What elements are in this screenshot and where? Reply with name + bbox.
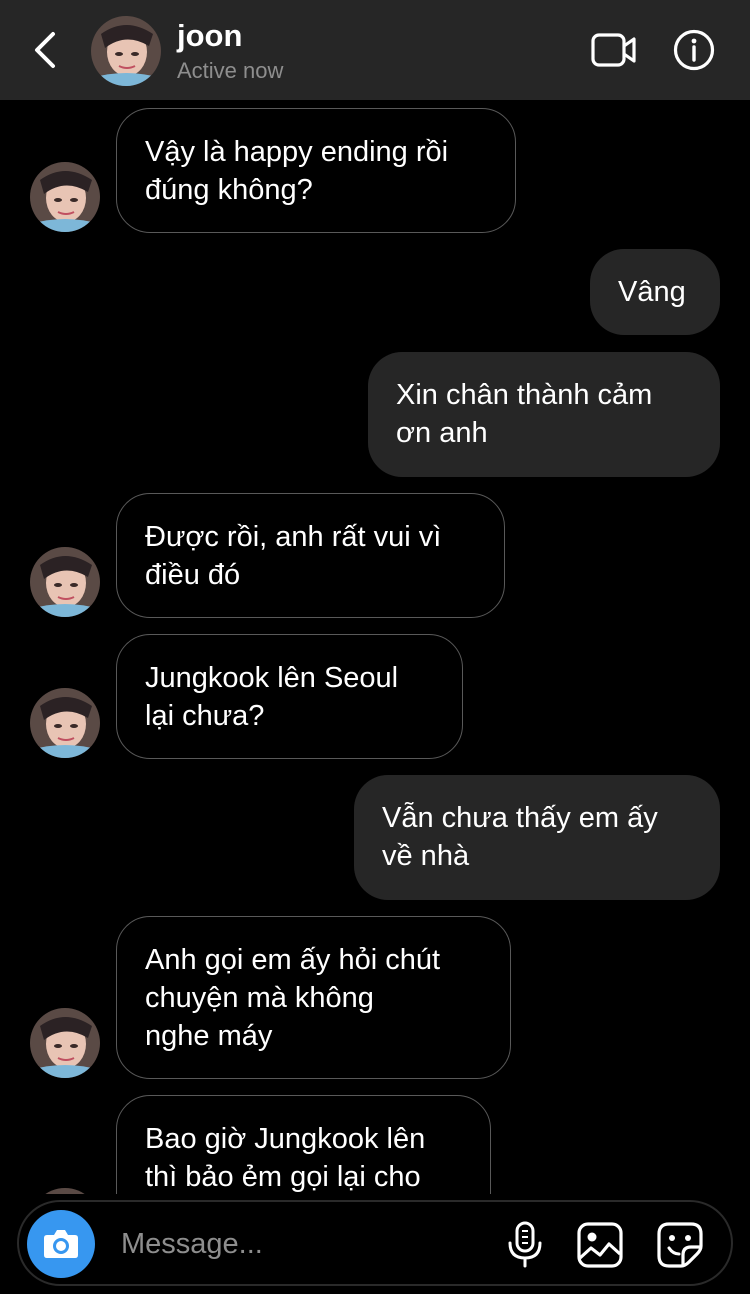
info-button[interactable] xyxy=(672,28,716,72)
message-bubble-received[interactable]: Được rồi, anh rất vui vì điều đó xyxy=(116,493,505,618)
message-bubble-received[interactable]: Bao giờ Jungkook lên thì bảo ẻm gọi lại … xyxy=(116,1095,491,1194)
back-button[interactable] xyxy=(26,28,66,72)
contact-name[interactable]: joon xyxy=(177,18,242,54)
message-text: Vâng xyxy=(618,276,686,308)
sender-avatar[interactable] xyxy=(30,162,100,232)
message-bubble-sent[interactable]: Vẫn chưa thấy em ấy về nhà xyxy=(354,775,720,900)
message-composer xyxy=(17,1200,733,1286)
message-bubble-sent[interactable]: Vâng xyxy=(590,249,720,335)
video-call-button[interactable] xyxy=(590,30,638,70)
message-bubble-received[interactable]: Anh gọi em ấy hỏi chút chuyện mà không n… xyxy=(116,916,511,1079)
info-icon xyxy=(673,29,715,71)
message-bubble-received[interactable]: Jungkook lên Seoul lại chưa? xyxy=(116,634,463,759)
active-status: Active now xyxy=(177,58,284,83)
sender-avatar[interactable] xyxy=(30,547,100,617)
message-text: Vẫn chưa thấy em ấy về nhà xyxy=(382,802,658,872)
message-text: Xin chân thành cảm ơn anh xyxy=(396,379,653,449)
message-text: Anh gọi em ấy hỏi chút chuyện mà không n… xyxy=(145,944,441,1052)
camera-button[interactable] xyxy=(27,1210,95,1278)
message-text: Được rồi, anh rất vui vì điều đó xyxy=(145,521,442,591)
video-camera-icon xyxy=(591,33,636,67)
message-bubble-sent[interactable]: Xin chân thành cảm ơn anh xyxy=(368,352,720,477)
sender-avatar[interactable] xyxy=(30,688,100,758)
sticker-button[interactable] xyxy=(655,1220,705,1270)
image-gallery-icon xyxy=(577,1222,623,1268)
message-bubble-received[interactable]: Vậy là happy ending rồi đúng không? xyxy=(116,108,516,233)
microphone-icon xyxy=(508,1221,542,1268)
sender-avatar[interactable] xyxy=(30,1008,100,1078)
contact-avatar[interactable] xyxy=(91,16,161,86)
chat-header: joon Active now xyxy=(0,0,750,100)
sender-avatar[interactable] xyxy=(30,1188,100,1194)
chevron-left-icon xyxy=(35,32,55,68)
message-text: Jungkook lên Seoul lại chưa? xyxy=(145,662,399,732)
message-text: Vậy là happy ending rồi đúng không? xyxy=(145,136,449,206)
camera-icon xyxy=(44,1230,78,1258)
sticker-icon xyxy=(657,1222,703,1268)
voice-message-button[interactable] xyxy=(505,1220,545,1268)
message-input[interactable] xyxy=(121,1222,481,1266)
message-thread[interactable]: Vậy là happy ending rồi đúng không? Vâng… xyxy=(0,100,750,1194)
message-text: Bao giờ Jungkook lên thì bảo ẻm gọi lại … xyxy=(145,1123,426,1193)
gallery-button[interactable] xyxy=(575,1220,625,1270)
